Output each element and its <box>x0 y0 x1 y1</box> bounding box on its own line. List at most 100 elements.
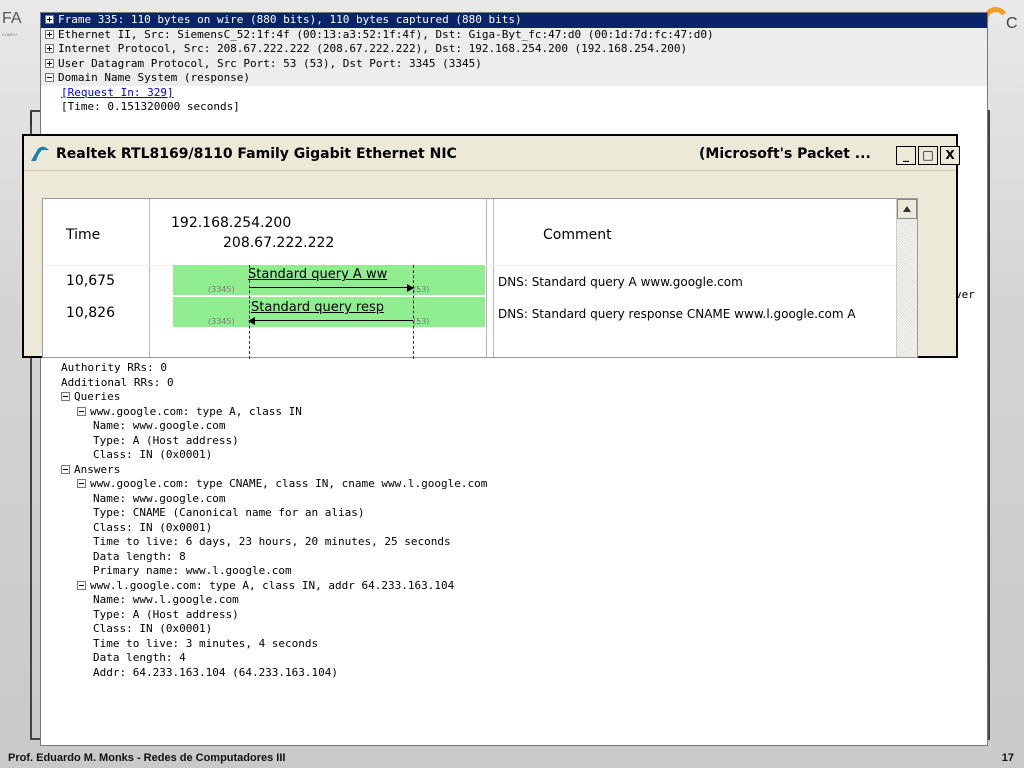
packet-details-pane[interactable]: Frame 335: 110 bytes on wire (880 bits),… <box>40 12 988 746</box>
host-a-header: 192.168.254.200 <box>171 215 292 231</box>
packet-detail-text: Class: IN (0x0001) <box>93 520 213 534</box>
packet-detail-row[interactable]: User Datagram Protocol, Src Port: 53 (53… <box>41 56 987 71</box>
packet-detail-row[interactable]: Time to live: 6 days, 23 hours, 20 minut… <box>41 535 987 550</box>
packet-detail-text: Primary name: www.l.google.com <box>93 564 292 577</box>
packet-detail-row[interactable]: Internet Protocol, Src: 208.67.222.222 (… <box>41 42 987 57</box>
packet-detail-text: User Datagram Protocol, Src Port: 53 (53… <box>58 56 482 70</box>
request-link[interactable]: [Request In: 329] <box>61 86 174 99</box>
packet-detail-row[interactable]: Type: A (Host address) <box>41 434 987 449</box>
packet-detail-row[interactable]: Answers <box>41 463 987 478</box>
collapse-icon[interactable] <box>77 580 86 590</box>
institution-logo-icon: C <box>983 6 1020 32</box>
packet-detail-text: Addr: 64.233.163.104 (64.233.163.104) <box>93 665 339 679</box>
packet-detail-row[interactable]: [Request In: 329] <box>41 86 987 101</box>
expand-icon[interactable] <box>45 58 54 68</box>
vertical-scrollbar[interactable] <box>896 199 917 357</box>
packet-detail-row[interactable]: Queries <box>41 390 987 405</box>
window-title: Realtek RTL8169/8110 Family Gigabit Ethe… <box>56 146 457 162</box>
collapse-icon[interactable] <box>77 479 86 488</box>
packet-detail-text: Authority RRs: 0 <box>61 361 167 374</box>
packet-detail-row[interactable]: Frame 335: 110 bytes on wire (880 bits),… <box>41 13 987 28</box>
packet-detail-row[interactable]: Name: www.google.com <box>41 419 987 434</box>
packet-detail-row[interactable]: Authority RRs: 0 <box>41 361 987 376</box>
packet-detail-row[interactable]: Class: IN (0x0001) <box>41 622 987 637</box>
collapse-icon[interactable] <box>45 73 54 82</box>
packet-detail-row[interactable]: Time to live: 3 minutes, 4 seconds <box>41 637 987 652</box>
packet-detail-text: www.google.com: type CNAME, class IN, cn… <box>90 477 488 490</box>
packet-detail-text: Type: A (Host address) <box>93 607 239 621</box>
packet-detail-row[interactable]: Class: IN (0x0001) <box>41 448 987 463</box>
collapse-icon[interactable] <box>61 464 70 474</box>
packet-detail-text: Answers <box>74 462 121 476</box>
packet-detail-text: www.google.com: type A, class IN <box>90 404 302 418</box>
packet-detail-text: Data length: 4 <box>93 651 186 664</box>
host-b-header: 208.67.222.222 <box>223 235 335 251</box>
packet-detail-row[interactable]: www.l.google.com: type A, class IN, addr… <box>41 579 987 594</box>
slide-logo-subtext: COMPU <box>2 32 17 37</box>
packet-detail-row[interactable]: Type: CNAME (Canonical name for an alias… <box>41 506 987 521</box>
packet-detail-row[interactable]: www.google.com: type CNAME, class IN, cn… <box>41 477 987 492</box>
host-a-lifeline <box>249 265 250 359</box>
scroll-up-arrow-icon[interactable] <box>897 199 917 219</box>
packet-detail-text: Additional RRs: 0 <box>61 375 174 389</box>
flow-message-label[interactable]: Standard query resp <box>251 300 413 315</box>
packet-detail-row[interactable]: Type: A (Host address) <box>41 608 987 623</box>
institution-logo-letter: C <box>1006 15 1018 32</box>
packet-detail-text: Domain Name System (response) <box>58 71 251 84</box>
packet-detail-row[interactable]: Name: www.google.com <box>41 492 987 507</box>
packet-detail-row[interactable]: Primary name: www.l.google.com <box>41 564 987 579</box>
flow-graph-panel: Time 192.168.254.200 208.67.222.222 Comm… <box>42 198 918 359</box>
collapse-icon[interactable] <box>77 406 86 416</box>
packet-detail-row[interactable]: Data length: 8 <box>41 550 987 565</box>
packet-detail-text: [Time: 0.151320000 seconds] <box>61 100 240 113</box>
flow-row-comment: DNS: Standard query response CNAME www.l… <box>498 307 856 321</box>
packet-detail-row[interactable]: Name: www.l.google.com <box>41 593 987 608</box>
slide-footer: Prof. Eduardo M. Monks - Redes de Comput… <box>0 748 1024 768</box>
flow-arrow-right <box>249 284 414 292</box>
packet-detail-row[interactable]: www.google.com: type A, class IN <box>41 405 987 420</box>
packet-detail-text: Name: www.google.com <box>93 491 226 505</box>
column-separator <box>493 199 494 357</box>
column-separator <box>486 199 487 357</box>
flow-arrow-left <box>248 317 413 325</box>
minimize-button[interactable]: _ <box>896 146 916 165</box>
expand-icon[interactable] <box>45 15 54 24</box>
window-title-bar[interactable]: Realtek RTL8169/8110 Family Gigabit Ethe… <box>24 136 960 171</box>
expand-icon[interactable] <box>45 29 54 39</box>
flow-row-time: 10,675 <box>66 273 115 289</box>
packet-detail-text: Queries <box>74 390 121 403</box>
close-button[interactable]: X <box>940 146 960 165</box>
flow-port-label: (3345) <box>208 317 235 326</box>
packet-detail-text: Name: www.google.com <box>93 419 226 432</box>
packet-detail-row[interactable] <box>41 115 987 130</box>
flow-graph-window[interactable]: Realtek RTL8169/8110 Family Gigabit Ethe… <box>22 134 960 359</box>
slide-logo: FA <box>2 10 22 27</box>
flow-port-label: (3345) <box>208 285 235 294</box>
packet-detail-text: Type: CNAME (Canonical name for an alias… <box>93 506 365 519</box>
packet-detail-row[interactable]: Additional RRs: 0 <box>41 376 987 391</box>
slide-frame-tick <box>30 112 38 126</box>
column-separator <box>149 199 150 357</box>
packet-detail-row[interactable]: [Time: 0.151320000 seconds] <box>41 100 987 115</box>
expand-icon[interactable] <box>45 44 54 53</box>
flow-port-label: (53) <box>413 285 430 294</box>
flow-message-label[interactable]: Standard query A ww <box>248 267 413 282</box>
packet-detail-text: www.l.google.com: type A, class IN, addr… <box>90 578 455 592</box>
packet-detail-text: Ethernet II, Src: SiemensC_52:1f:4f (00:… <box>58 27 714 41</box>
packet-detail-text: Type: A (Host address) <box>93 433 239 447</box>
page-number: 17 <box>1001 752 1014 764</box>
footer-author: Prof. Eduardo M. Monks - Redes de Comput… <box>8 752 286 764</box>
packet-detail-text: Name: www.l.google.com <box>93 593 239 606</box>
time-column-header: Time <box>66 227 101 243</box>
window-title-driver: (Microsoft's Packet ... <box>699 146 871 162</box>
packet-detail-row[interactable]: Data length: 4 <box>41 651 987 666</box>
packet-detail-text: Class: IN (0x0001) <box>93 448 213 461</box>
packet-detail-text: Class: IN (0x0001) <box>93 622 213 635</box>
host-b-lifeline <box>413 265 414 359</box>
packet-detail-row[interactable]: Ethernet II, Src: SiemensC_52:1f:4f (00:… <box>41 27 987 42</box>
packet-detail-row[interactable]: Addr: 64.233.163.104 (64.233.163.104) <box>41 666 987 681</box>
maximize-button[interactable]: □ <box>918 146 938 165</box>
packet-detail-row[interactable]: Domain Name System (response) <box>41 71 987 86</box>
collapse-icon[interactable] <box>61 392 70 401</box>
packet-detail-row[interactable]: Class: IN (0x0001) <box>41 521 987 536</box>
